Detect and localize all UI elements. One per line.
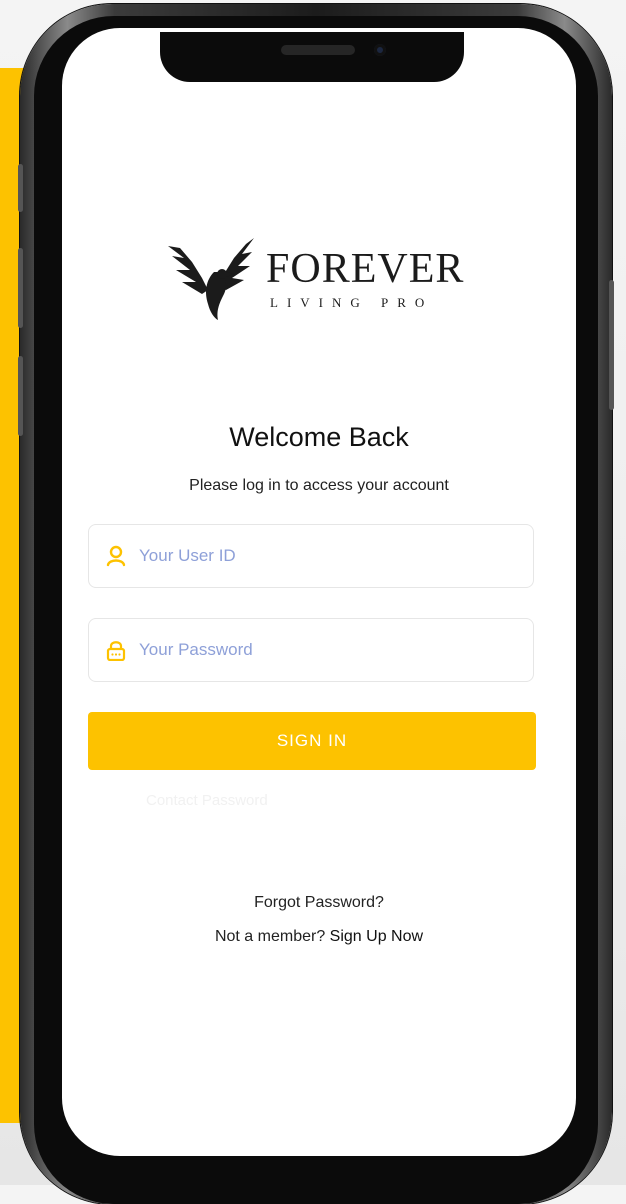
eagle-icon — [168, 238, 254, 320]
password-field[interactable] — [88, 618, 534, 682]
volume-down-button — [18, 356, 23, 436]
not-member-text: Not a member? — [214, 928, 326, 945]
page-subtitle: Please log in to access your account — [189, 477, 449, 494]
power-button — [609, 280, 614, 410]
page-title: Welcome Back — [229, 422, 409, 452]
brand-tagline: LIVING PRO — [270, 295, 434, 310]
password-input[interactable] — [137, 639, 521, 661]
brand-name: FOREVER — [266, 246, 465, 292]
faint-ghost-text: Contact Password — [146, 792, 268, 809]
forgot-password-link[interactable]: Forgot Password? — [62, 894, 576, 912]
sign-in-button[interactable]: SIGN IN — [88, 712, 536, 770]
user-id-field[interactable] — [88, 524, 534, 588]
lock-icon — [105, 639, 127, 661]
phone-screen — [62, 28, 576, 1156]
notch — [160, 32, 464, 82]
brand-logo: FOREVER LIVING PRO — [162, 232, 465, 322]
signup-prompt: Not a member? Sign Up Now — [62, 928, 576, 946]
camera — [374, 44, 386, 56]
speaker — [281, 45, 355, 55]
mute-switch — [18, 164, 23, 212]
volume-up-button — [18, 248, 23, 328]
user-icon — [105, 545, 127, 567]
user-id-input[interactable] — [137, 545, 521, 567]
sign-up-link[interactable]: Sign Up Now — [330, 928, 423, 945]
